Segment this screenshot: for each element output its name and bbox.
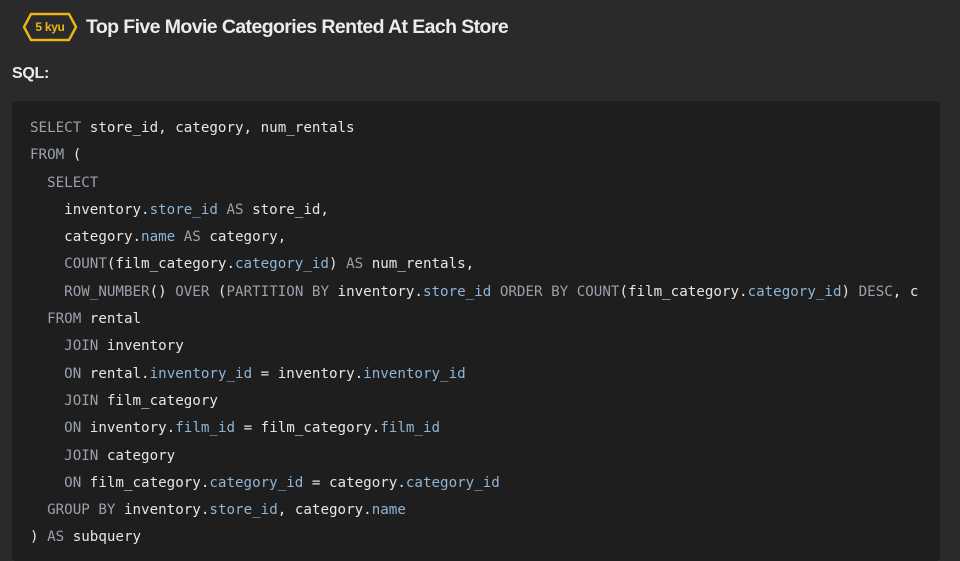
code-line: SELECT store_id, category, num_rentals xyxy=(30,115,918,142)
code-token: category_id xyxy=(235,256,329,273)
code-token: inventory. xyxy=(115,502,210,519)
code-line: COUNT(film_category.category_id) AS num_… xyxy=(30,251,918,278)
code-token: = inventory. xyxy=(252,365,364,382)
code-line: ) AS subquery xyxy=(30,524,918,551)
code-token: FROM xyxy=(47,311,82,328)
code-token: ORDER BY xyxy=(491,283,569,300)
code-token: , c xyxy=(892,283,919,300)
code-token: AS xyxy=(175,229,201,246)
code-token: AS xyxy=(47,529,65,546)
code-token: film_category xyxy=(98,392,218,409)
code-block[interactable]: SELECT store_id, category, num_rentals FR… xyxy=(12,101,940,561)
code-token: category_id xyxy=(405,474,500,491)
code-token: DESC xyxy=(858,283,893,300)
code-token: category_id xyxy=(209,474,304,491)
code-token: ON xyxy=(64,474,82,491)
code-token: ) xyxy=(30,529,48,546)
code-token: inventory. xyxy=(30,201,150,218)
code-token: ON xyxy=(64,365,82,382)
code-token: ON xyxy=(64,420,82,437)
code-token: store_id, xyxy=(243,201,329,218)
code-token: store_id xyxy=(422,283,492,300)
code-token: category xyxy=(98,447,176,464)
code-token: SELECT xyxy=(30,120,82,136)
code-token: inventory xyxy=(98,338,184,355)
code-lines: SELECT store_id, category, num_rentals FR… xyxy=(30,115,918,552)
code-token: category_id xyxy=(747,283,842,300)
code-token: name xyxy=(371,502,406,519)
code-token: rental. xyxy=(81,365,150,382)
code-token: store_id, category, num_rentals xyxy=(81,120,355,136)
code-token: AS xyxy=(217,201,244,218)
code-token: inventory_id xyxy=(149,365,253,382)
code-token: subquery xyxy=(64,529,142,546)
code-line: ON inventory.film_id = film_category.fil… xyxy=(30,415,918,442)
code-token: inventory. xyxy=(328,283,423,300)
code-token: ( xyxy=(64,147,82,164)
code-token: = film_category. xyxy=(235,420,381,437)
kata-title[interactable]: Top Five Movie Categories Rented At Each… xyxy=(86,13,509,41)
kyu-rank-label: 5 kyu xyxy=(35,20,65,34)
kata-header: 5 kyu Top Five Movie Categories Rented A… xyxy=(0,0,960,52)
code-token: SELECT xyxy=(47,174,99,191)
code-token: num_rentals, xyxy=(363,256,475,273)
code-token: ) xyxy=(841,283,859,300)
code-token: (film_category. xyxy=(106,256,236,273)
code-line: JOIN film_category xyxy=(30,388,918,415)
code-token: JOIN xyxy=(64,392,99,409)
code-token: ROW_NUMBER xyxy=(64,283,150,300)
kyu-rank-badge[interactable]: 5 kyu xyxy=(22,12,78,42)
code-token: film_id xyxy=(380,420,441,437)
code-token: film_id xyxy=(175,420,236,437)
code-token: name xyxy=(141,229,176,246)
code-token: inventory. xyxy=(81,420,176,437)
code-token: JOIN xyxy=(64,447,99,464)
code-line: FROM ( xyxy=(30,142,918,169)
code-line: ROW_NUMBER() OVER (PARTITION BY inventor… xyxy=(30,279,918,306)
code-token: JOIN xyxy=(64,338,99,355)
code-line: category.name AS category, xyxy=(30,224,918,251)
code-token: (film_category. xyxy=(619,283,748,300)
code-token: () xyxy=(149,283,176,300)
code-line: SELECT xyxy=(30,170,918,197)
code-token: , category. xyxy=(277,502,372,519)
code-token: rental xyxy=(81,311,142,328)
code-line: GROUP BY inventory.store_id, category.na… xyxy=(30,497,918,524)
code-token: OVER xyxy=(175,283,210,300)
code-token: ( xyxy=(209,283,227,300)
code-token: film_category. xyxy=(81,474,210,491)
code-token: PARTITION BY xyxy=(226,283,329,300)
code-token: category, xyxy=(200,229,287,246)
code-line: JOIN inventory xyxy=(30,333,918,360)
code-token: COUNT xyxy=(64,256,107,273)
code-token: store_id xyxy=(209,502,278,519)
code-token: AS xyxy=(337,256,364,273)
code-token: store_id xyxy=(149,201,218,218)
code-line: FROM rental xyxy=(30,306,918,333)
code-token: inventory_id xyxy=(363,365,466,382)
code-line: ON film_category.category_id = category.… xyxy=(30,470,918,497)
code-line: ON rental.inventory_id = inventory.inven… xyxy=(30,361,918,388)
code-token: ) xyxy=(328,256,338,273)
code-line: inventory.store_id AS store_id, xyxy=(30,197,918,224)
language-label: SQL: xyxy=(12,65,50,82)
code-token: = category. xyxy=(303,474,406,491)
code-token: category. xyxy=(30,229,142,246)
code-token: GROUP BY xyxy=(47,502,116,519)
code-token: COUNT xyxy=(576,283,620,300)
code-line: JOIN category xyxy=(30,443,918,470)
code-token: FROM xyxy=(30,147,65,164)
